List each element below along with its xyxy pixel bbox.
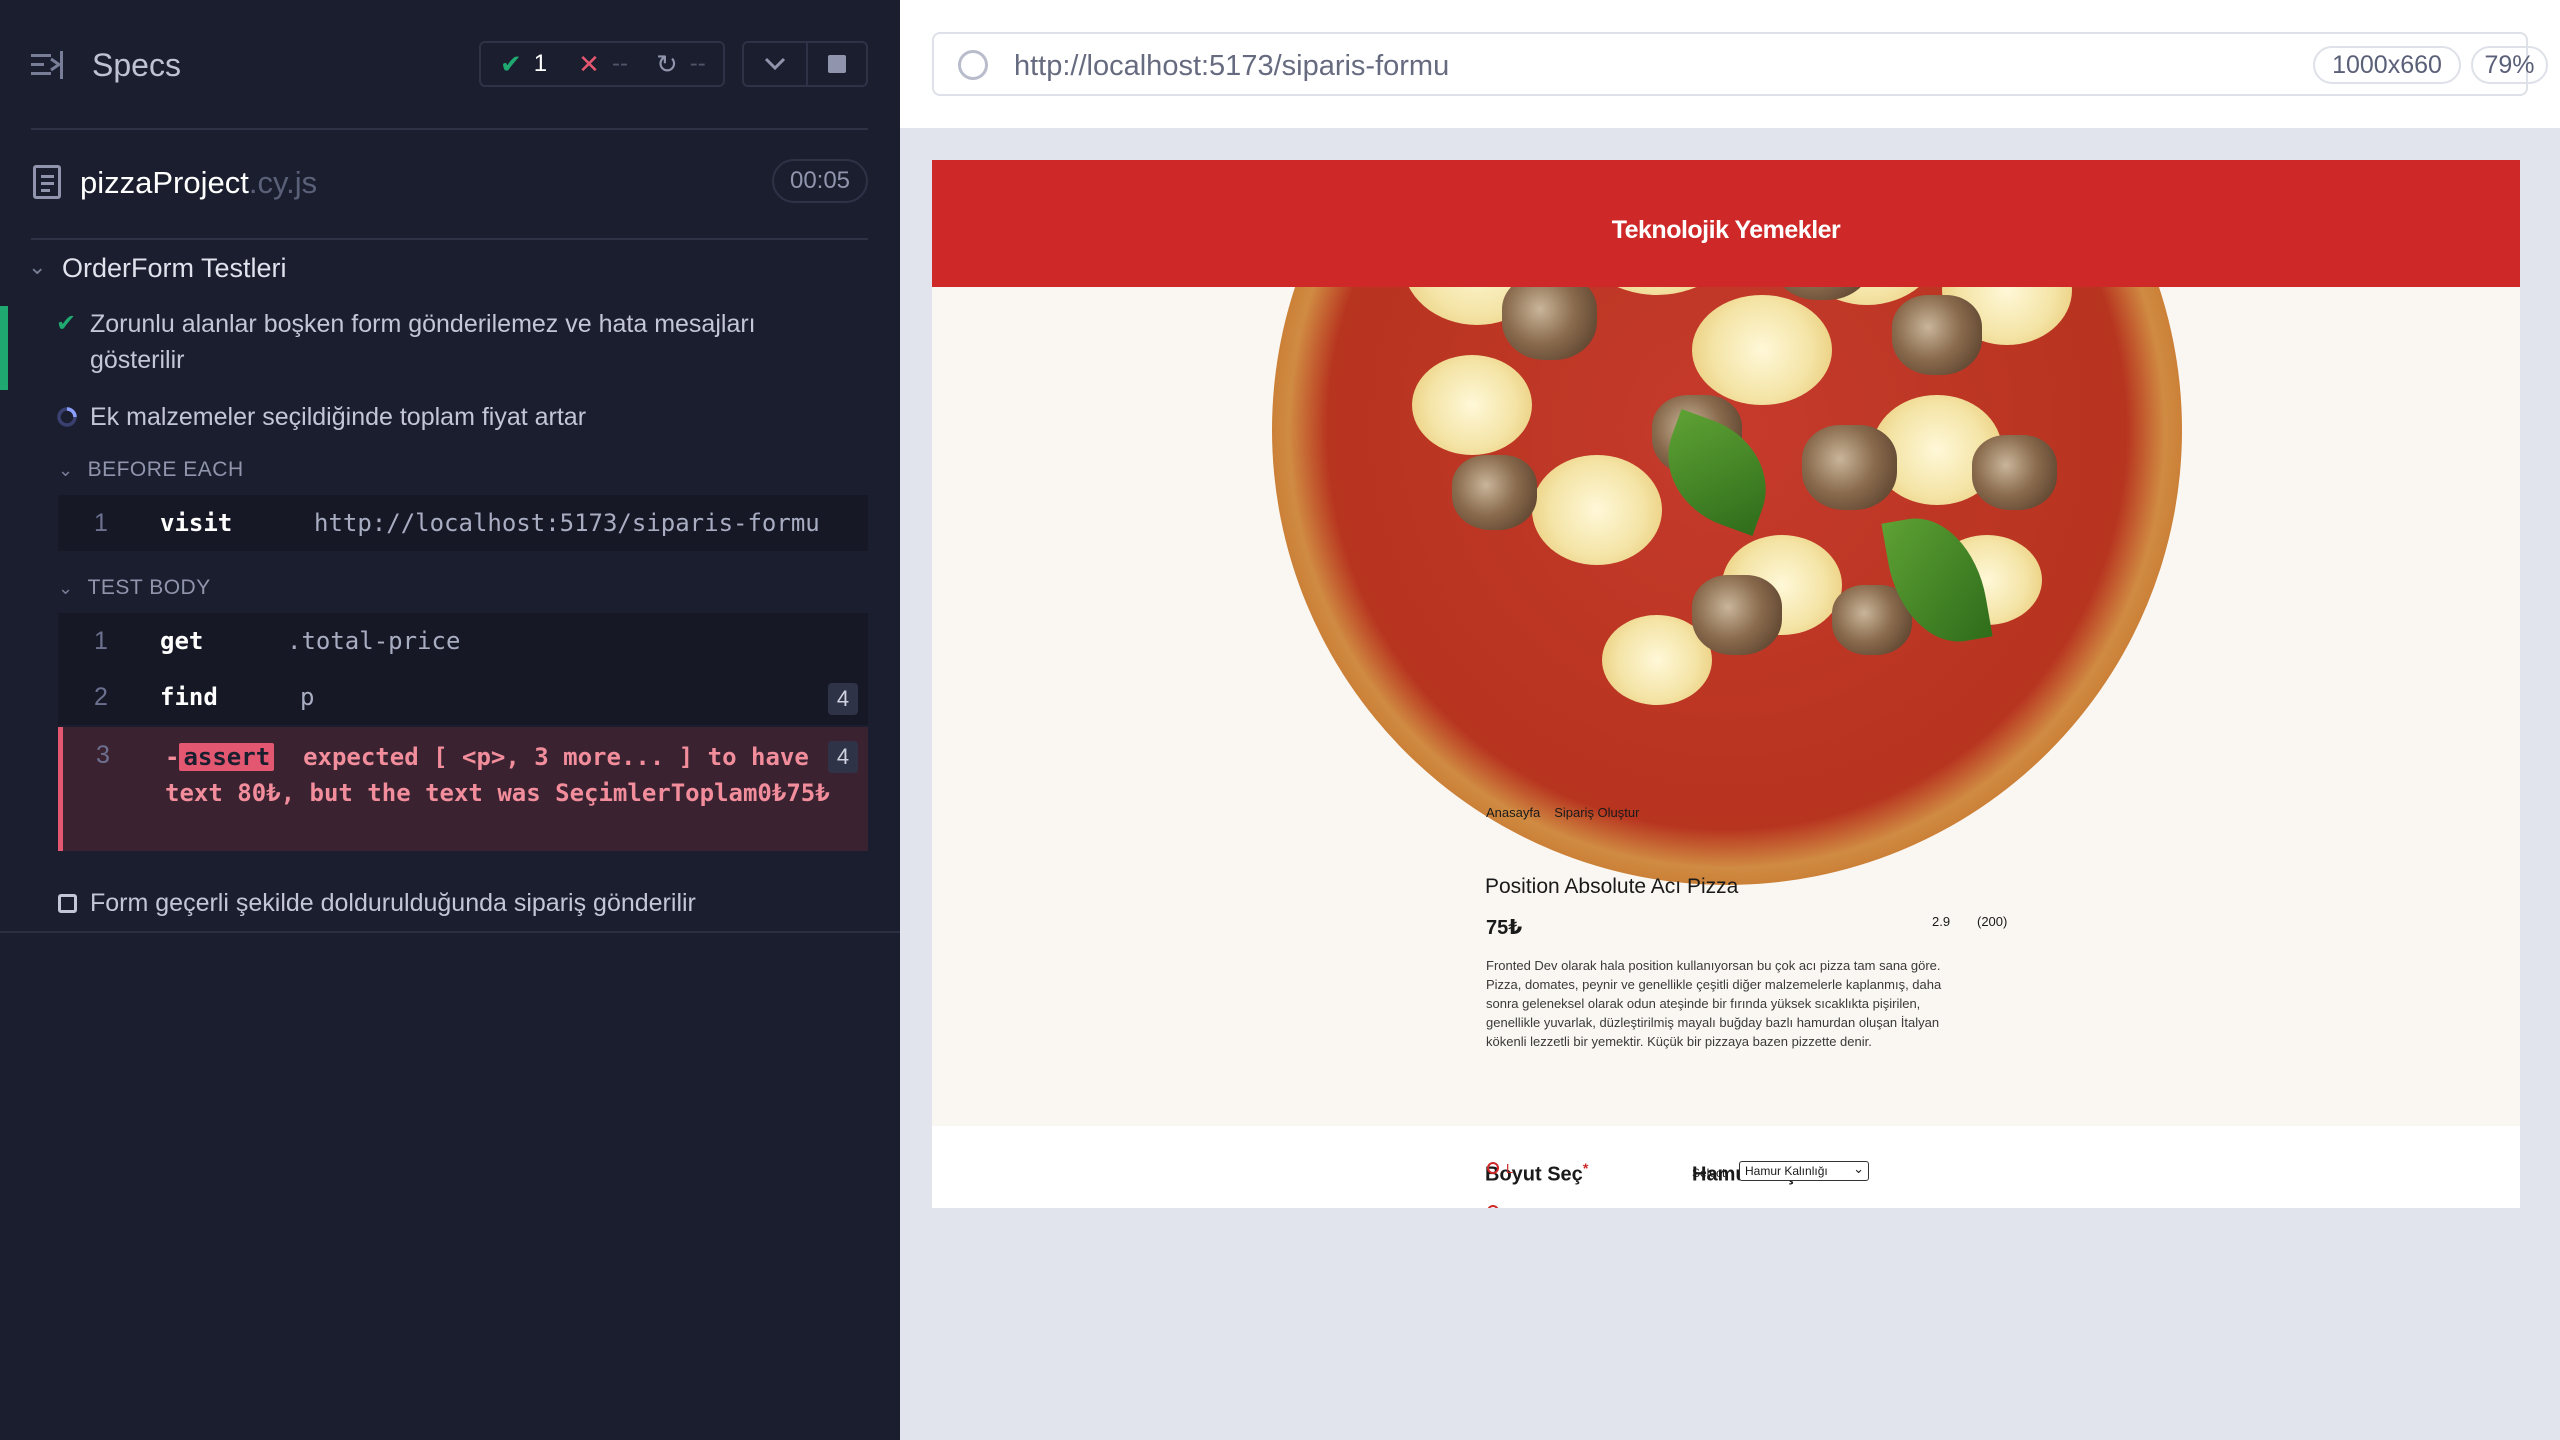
failed-stat: ✕ -- <box>578 49 628 80</box>
command-number: 1 <box>94 509 108 537</box>
test-title[interactable]: Ek malzemeler seçildiğinde toplam fiyat … <box>90 399 810 435</box>
chevron-down-icon: ⌄ <box>58 460 74 480</box>
dough-select-label: Select <box>1692 1166 1726 1180</box>
header-divider <box>31 128 868 130</box>
pending-count: -- <box>689 50 706 77</box>
command-name: get <box>160 627 204 655</box>
site-header: Teknolojik Yemekler <box>932 160 2520 287</box>
size-radio-label[interactable]: L <box>1506 1161 1513 1176</box>
suite-title[interactable]: OrderForm Testleri <box>62 253 287 284</box>
dough-select[interactable]: Hamur Kalınlığı ⌄ <box>1739 1161 1869 1181</box>
suite-row[interactable]: ⌄ OrderForm Testleri <box>0 249 900 289</box>
viewport-size-badge[interactable]: 1000x660 <box>2313 46 2461 84</box>
reporter-header: Specs ✔ 1 ✕ -- ↻ -- <box>0 0 900 130</box>
command-arg: .total-price <box>287 627 461 655</box>
product-rating: 2.9 <box>1932 914 1951 929</box>
product-description: Fronted Dev olarak hala position kullanı… <box>1486 958 1942 1049</box>
check-icon: ✔ <box>500 48 522 79</box>
command-name: visit <box>160 509 233 537</box>
passed-stat: ✔ 1 <box>500 49 547 80</box>
chevron-down-icon: ⌄ <box>1853 1161 1864 1176</box>
review-count: (200) <box>1977 914 2008 929</box>
x-icon: ✕ <box>578 48 600 79</box>
url-text[interactable]: http://localhost:5173/siparis-formu <box>1014 50 1449 83</box>
queued-icon <box>58 894 77 913</box>
failed-count: -- <box>611 50 628 77</box>
test-item[interactable]: Ek malzemeler seçildiğinde toplam fiyat … <box>0 399 900 439</box>
stop-button[interactable] <box>806 41 868 87</box>
assert-label: assert <box>179 743 275 771</box>
breadcrumb: Anasayfa Sipariş Oluştur <box>1486 805 1639 820</box>
collapse-all-button[interactable] <box>742 41 808 87</box>
hook-label: BEFORE EACH <box>87 458 244 481</box>
chevron-down-icon: ⌄ <box>58 578 74 598</box>
chevron-down-icon: ⌄ <box>28 254 47 279</box>
running-icon <box>56 399 78 439</box>
test-body-hook[interactable]: ⌄ TEST BODY <box>58 576 211 600</box>
aut-header: http://localhost:5173/siparis-formu 1000… <box>900 0 2560 128</box>
before-each-hook[interactable]: ⌄ BEFORE EACH <box>58 458 244 482</box>
command-row[interactable]: 1 get .total-price <box>58 613 868 669</box>
file-divider <box>31 238 868 240</box>
cypress-reporter: Specs ✔ 1 ✕ -- ↻ -- pizzaProject.cy.js 0… <box>0 0 900 1440</box>
specs-list-icon[interactable] <box>31 51 63 79</box>
file-icon <box>33 165 61 199</box>
passed-count: 1 <box>533 50 548 77</box>
command-row[interactable]: 2 find p 4 <box>58 669 868 725</box>
dough-select-value: Hamur Kalınlığı <box>1745 1164 1828 1178</box>
command-arg: p <box>300 683 315 711</box>
command-row[interactable]: 1 visit http://localhost:5173/siparis-fo… <box>58 495 868 551</box>
required-marker: * <box>1582 1160 1589 1176</box>
stop-icon <box>828 55 846 73</box>
app-under-test: http://localhost:5173/siparis-formu 1000… <box>900 0 2560 1440</box>
product-title: Position Absolute Acı Pizza <box>1485 875 1739 898</box>
zoom-badge[interactable]: 79% <box>2471 46 2548 84</box>
failed-assert-row[interactable]: 3 - assert expected [ <p>, 3 more... ] to… <box>58 727 868 851</box>
test-item[interactable]: Form geçerli şekilde doldurulduğunda sip… <box>0 885 900 925</box>
specs-title[interactable]: Specs <box>92 47 181 84</box>
spec-file-row[interactable]: pizzaProject.cy.js <box>0 150 900 216</box>
element-count-badge: 4 <box>828 741 858 773</box>
command-number: 3 <box>96 741 110 769</box>
test-item[interactable]: ✔ Zorunlu alanlar boşken form gönderilem… <box>0 306 900 390</box>
check-icon: ✔ <box>56 310 77 337</box>
app-viewport: Teknolojik Yemekler Anasayfa Sipariş Olu… <box>932 160 2520 1208</box>
test-title[interactable]: Form geçerli şekilde doldurulduğunda sip… <box>90 885 810 921</box>
passed-indicator <box>0 306 8 390</box>
duration-badge: 00:05 <box>772 159 868 203</box>
breadcrumb-current[interactable]: Sipariş Oluştur <box>1554 805 1639 820</box>
chevron-down-icon <box>764 57 786 71</box>
url-bar: http://localhost:5173/siparis-formu 1000… <box>932 32 2548 96</box>
command-arg: http://localhost:5173/siparis-formu <box>314 509 820 537</box>
command-name: find <box>160 683 218 711</box>
element-count-badge: 4 <box>828 683 858 715</box>
size-radio-l[interactable] <box>1487 1162 1499 1174</box>
product-price: 75₺ <box>1486 917 1523 939</box>
site-brand[interactable]: Teknolojik Yemekler <box>932 216 2520 245</box>
spinner-icon: ↻ <box>655 48 678 79</box>
breadcrumb-home-link[interactable]: Anasayfa <box>1486 805 1540 820</box>
test-title[interactable]: Zorunlu alanlar boşken form gönderilemez… <box>90 306 810 378</box>
command-number: 2 <box>94 683 108 711</box>
pending-stat: ↻ -- <box>656 49 706 80</box>
command-number: 1 <box>94 627 108 655</box>
size-label: Boyut Seç* <box>1485 1160 1589 1186</box>
test-stats: ✔ 1 ✕ -- ↻ -- <box>479 41 725 87</box>
assert-message: - assert expected [ <p>, 3 more... ] to h… <box>165 743 830 807</box>
globe-icon <box>958 50 988 80</box>
hook-label: TEST BODY <box>87 576 211 599</box>
reporter-bottom-divider <box>0 931 900 933</box>
spec-file-extension: .cy.js <box>248 165 318 200</box>
spec-file-name[interactable]: pizzaProject.cy.js <box>80 165 317 201</box>
